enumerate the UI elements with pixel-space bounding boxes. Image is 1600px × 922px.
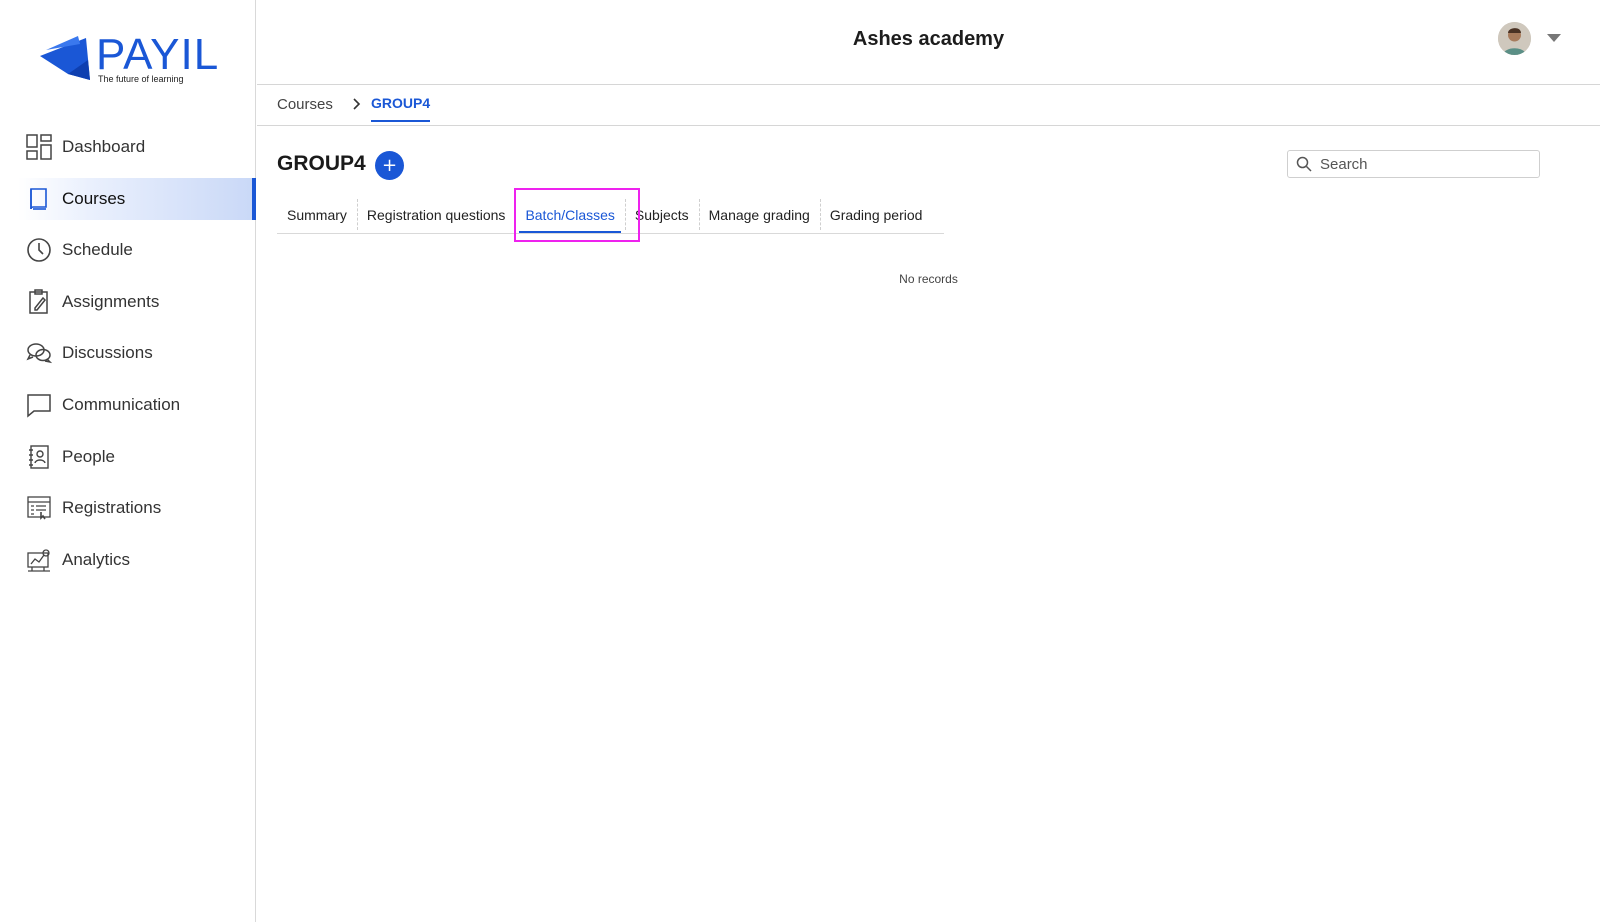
institution-title: Ashes academy xyxy=(852,28,1005,50)
sidebar-item-label: Dashboard xyxy=(62,137,146,156)
payil-logo[interactable]: PAYIL The future of learning xyxy=(38,30,228,90)
sidebar-item-label: People xyxy=(62,446,115,466)
sidebar-item-label: Schedule xyxy=(62,240,133,260)
contact-book-icon xyxy=(26,444,52,470)
sidebar-item-label: Registrations xyxy=(62,498,162,518)
logo-mark-icon xyxy=(40,36,90,80)
sidebar-item-registrations[interactable]: Registrations xyxy=(0,487,256,529)
logo-wordmark: PAYIL xyxy=(96,30,220,79)
sidebar: PAYIL The future of learning Dashboard C… xyxy=(0,0,256,922)
sidebar-item-people[interactable]: People xyxy=(0,436,256,478)
search-icon xyxy=(1296,156,1312,172)
sidebar-item-analytics[interactable]: Analytics xyxy=(0,539,256,581)
sidebar-item-assignments[interactable]: Assignments xyxy=(0,281,256,323)
course-tabs: Summary Registration questions Batch/Cla… xyxy=(277,196,944,234)
sidebar-item-label: Courses xyxy=(62,188,126,208)
registration-form-icon xyxy=(26,495,52,521)
user-avatar[interactable] xyxy=(1498,22,1531,55)
top-header: Ashes academy xyxy=(257,0,1600,85)
page-title: GROUP4 xyxy=(277,152,366,175)
clock-icon xyxy=(26,237,52,263)
sidebar-nav: Dashboard Courses Schedule Assignments D… xyxy=(0,126,256,590)
tab-registration-questions[interactable]: Registration questions xyxy=(356,196,516,233)
analytics-icon xyxy=(26,547,52,573)
sidebar-item-courses[interactable]: Courses xyxy=(18,177,256,220)
sidebar-item-label: Analytics xyxy=(62,549,131,569)
sidebar-item-label: Assignments xyxy=(62,291,160,311)
tab-manage-grading[interactable]: Manage grading xyxy=(698,196,820,233)
breadcrumb-courses-link[interactable]: Courses xyxy=(277,96,333,113)
tab-summary[interactable]: Summary xyxy=(277,196,357,233)
empty-state-text: No records xyxy=(899,272,958,286)
logo-tagline: The future of learning xyxy=(98,74,184,84)
search-input[interactable] xyxy=(1320,155,1530,173)
sidebar-item-discussions[interactable]: Discussions xyxy=(0,332,256,374)
sidebar-item-label: Discussions xyxy=(62,343,153,363)
tab-grading-period[interactable]: Grading period xyxy=(819,196,933,233)
breadcrumb: Courses GROUP4 xyxy=(257,85,1600,126)
message-icon xyxy=(26,392,52,418)
sidebar-item-schedule[interactable]: Schedule xyxy=(0,229,256,271)
dashboard-icon xyxy=(26,134,52,160)
breadcrumb-current[interactable]: GROUP4 xyxy=(371,95,431,122)
sidebar-item-dashboard[interactable]: Dashboard xyxy=(0,126,256,168)
add-button[interactable]: + xyxy=(375,151,404,180)
tab-subjects[interactable]: Subjects xyxy=(624,196,699,233)
book-icon xyxy=(26,186,52,212)
search-box[interactable] xyxy=(1287,150,1540,178)
chat-bubbles-icon xyxy=(26,340,52,366)
clipboard-icon xyxy=(26,289,52,315)
tab-batch-classes[interactable]: Batch/Classes xyxy=(515,196,624,233)
sidebar-item-communication[interactable]: Communication xyxy=(0,384,256,426)
caret-down-icon[interactable] xyxy=(1547,34,1561,42)
chevron-right-icon xyxy=(353,98,361,110)
sidebar-item-label: Communication xyxy=(62,394,181,414)
